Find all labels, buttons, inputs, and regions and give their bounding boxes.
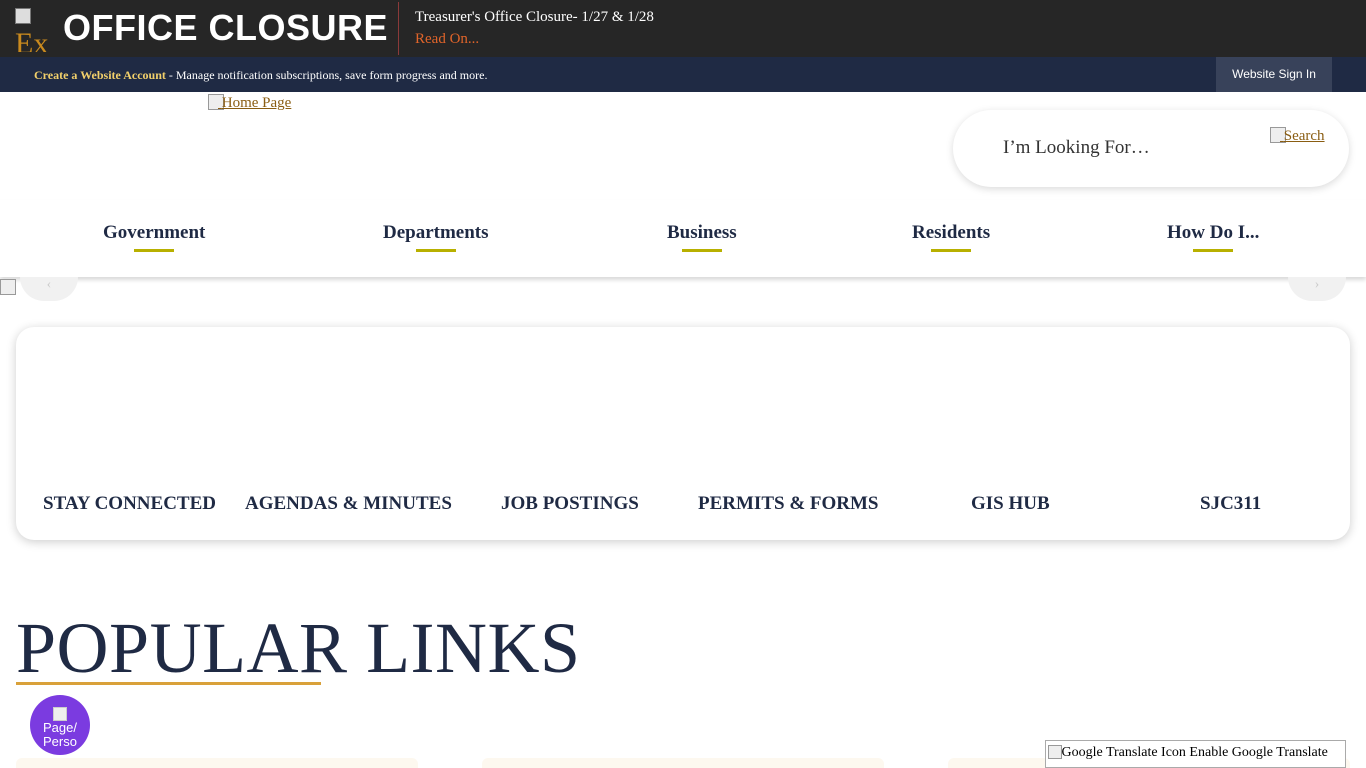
search-button[interactable]: Search	[1270, 127, 1325, 145]
popular-link-card[interactable]	[16, 758, 418, 768]
page-assist-text-2: Perso	[43, 734, 77, 749]
quick-link-stay-connected[interactable]: STAY CONNECTED	[43, 493, 216, 515]
popular-link-card[interactable]	[482, 758, 884, 768]
quick-link-permits-forms[interactable]: PERMITS & FORMS	[698, 493, 879, 515]
read-more-link[interactable]: Read On...	[415, 30, 479, 48]
home-page-logo-link[interactable]: Home Page	[208, 94, 291, 112]
nav-item-label: Residents	[912, 222, 991, 243]
page-assist-icon	[53, 707, 67, 721]
quick-links-card: STAY CONNECTED AGENDAS & MINUTES JOB POS…	[16, 327, 1350, 540]
google-translate-icon	[1048, 745, 1062, 759]
nav-underline	[134, 249, 175, 252]
home-logo-alt: Home Page	[221, 95, 292, 111]
alert-message: Treasurer's Office Closure- 1/27 & 1/28	[415, 9, 654, 25]
alert-bar: Ex OFFICE CLOSURE Treasurer's Office Clo…	[0, 0, 1366, 57]
quick-link-sjc311[interactable]: SJC311	[1200, 493, 1261, 515]
sign-in-button[interactable]: Website Sign In	[1216, 57, 1332, 92]
create-account-link[interactable]: Create a Website Account	[34, 68, 166, 82]
nav-item-business[interactable]: Business	[667, 222, 737, 252]
popular-links-underline	[16, 682, 321, 685]
nav-item-label: Departments	[383, 222, 489, 243]
account-bar: Create a Website Account - Manage notifi…	[0, 57, 1366, 92]
alert-icon-alt: Ex	[15, 27, 49, 52]
nav-item-departments[interactable]: Departments	[383, 222, 489, 252]
nav-item-residents[interactable]: Residents	[912, 222, 990, 252]
alert-icon: Ex	[15, 8, 53, 52]
nav-underline	[931, 249, 972, 252]
quick-link-agendas-minutes[interactable]: AGENDAS & MINUTES	[245, 493, 452, 515]
alert-title: OFFICE CLOSURE	[63, 7, 389, 48]
popular-links-heading: POPULAR LINKS	[16, 608, 581, 688]
nav-item-government[interactable]: Government	[103, 222, 205, 252]
quick-link-gis-hub[interactable]: GIS HUB	[971, 493, 1050, 515]
main-nav: Government Departments Business Resident…	[0, 200, 1366, 277]
alert-divider	[398, 2, 399, 55]
search-box: Search	[953, 110, 1349, 187]
nav-underline	[415, 249, 456, 252]
slideshow-next-button[interactable]: ›	[1288, 277, 1346, 301]
slide-image	[0, 279, 16, 295]
search-input[interactable]	[1003, 134, 1243, 162]
nav-underline	[1193, 249, 1234, 252]
nav-item-label: Government	[103, 222, 206, 243]
search-button-alt: Search	[1283, 128, 1325, 144]
quick-link-job-postings[interactable]: JOB POSTINGS	[501, 493, 639, 515]
account-description: - Manage notification subscriptions, sav…	[165, 68, 488, 82]
page-assist-button[interactable]: Page/ Perso	[30, 695, 90, 755]
slideshow-prev-button[interactable]: ‹	[20, 277, 78, 301]
page-assist-text-1: Page/	[43, 720, 77, 735]
google-translate-label: Google Translate Icon Enable Google Tran…	[1061, 745, 1328, 760]
nav-item-how-do-i[interactable]: How Do I...	[1167, 222, 1259, 252]
account-message: Create a Website Account - Manage notifi…	[34, 68, 487, 82]
slideshow: ‹ ›	[0, 277, 1366, 303]
nav-item-label: How Do I...	[1167, 222, 1260, 243]
nav-item-label: Business	[667, 222, 737, 243]
google-translate-button[interactable]: Google Translate Icon Enable Google Tran…	[1045, 740, 1346, 768]
broken-image-icon	[15, 8, 31, 24]
nav-underline	[681, 249, 722, 252]
